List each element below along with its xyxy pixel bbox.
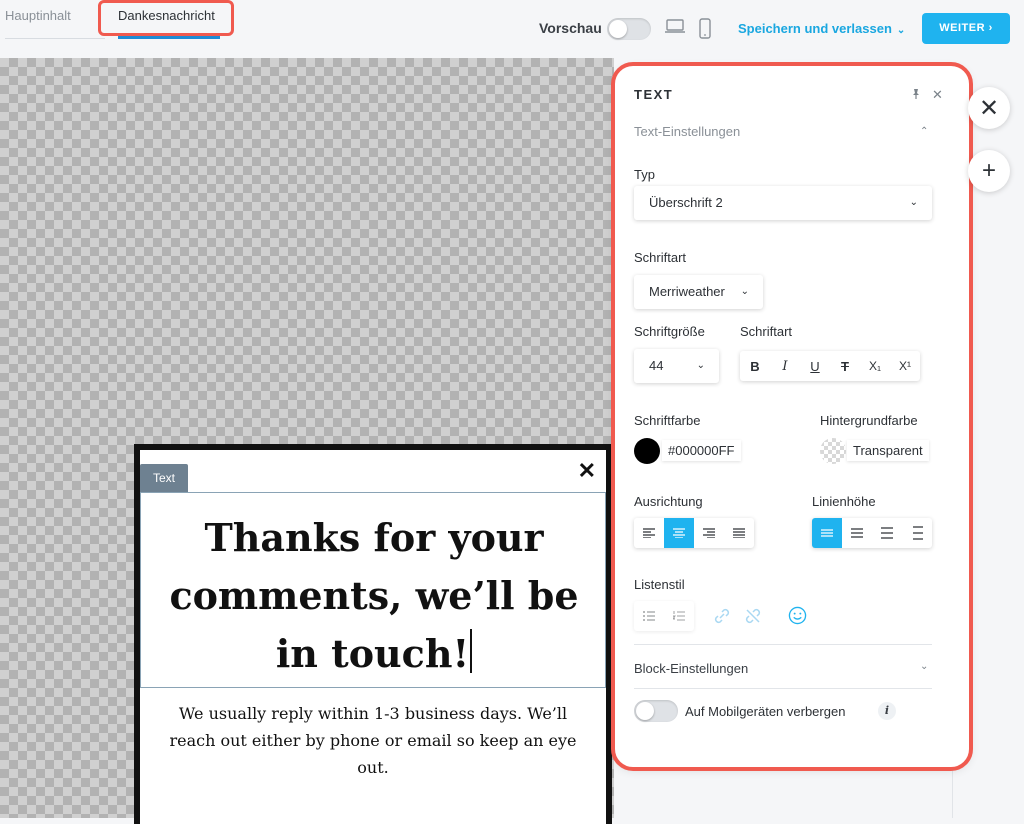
heading-line: in touch!: [275, 631, 470, 676]
popup-close-icon[interactable]: ✕: [578, 460, 596, 482]
chevron-right-icon: ›: [988, 22, 993, 34]
next-label: WEITER: [939, 22, 986, 34]
desktop-view-icon[interactable]: [664, 18, 686, 39]
close-editor-button[interactable]: ✕: [968, 87, 1010, 129]
tab-highlight-outline: [98, 0, 234, 36]
next-button[interactable]: WEITER ›: [922, 13, 1010, 44]
body-line: We usually reply within 1-3 business day…: [178, 704, 568, 723]
text-block-chip[interactable]: Text: [140, 464, 188, 492]
top-bar: Hauptinhalt Dankesnachricht Vorschau Spe…: [0, 0, 1024, 58]
heading-line-last: in touch!: [141, 625, 607, 683]
text-cursor: [470, 629, 473, 673]
add-block-button[interactable]: +: [968, 150, 1010, 192]
body-line: out.: [357, 758, 389, 777]
panel-highlight-outline: [611, 62, 973, 771]
chevron-down-icon: ⌄: [896, 25, 906, 36]
popup-body-text[interactable]: We usually reply within 1-3 business day…: [160, 700, 586, 781]
heading-line: comments, we’ll be: [169, 573, 579, 618]
save-and-leave-label: Speichern und verlassen: [738, 21, 892, 36]
heading-text-block[interactable]: Thanks for your comments, we’ll be in to…: [140, 492, 606, 688]
popup-heading[interactable]: Thanks for your comments, we’ll be in to…: [141, 509, 607, 683]
toggle-knob: [609, 20, 627, 38]
heading-line: Thanks for your: [204, 515, 544, 560]
mobile-view-icon[interactable]: [698, 18, 712, 45]
preview-label: Vorschau: [539, 20, 602, 36]
save-and-leave-button[interactable]: Speichern und verlassen ⌄: [738, 21, 905, 36]
body-line: reach out either by phone or email so ke…: [169, 731, 577, 750]
tab-main-underline: [5, 38, 105, 39]
active-tab-indicator: [118, 36, 220, 39]
plus-icon: +: [981, 157, 996, 184]
popup-preview: Text ✕ Thanks for your comments, we’ll b…: [134, 444, 612, 824]
preview-toggle[interactable]: [607, 18, 651, 40]
tab-main-content[interactable]: Hauptinhalt: [5, 8, 71, 23]
close-icon: ✕: [978, 94, 1000, 122]
editor-canvas: Text ✕ Thanks for your comments, we’ll b…: [0, 58, 614, 824]
